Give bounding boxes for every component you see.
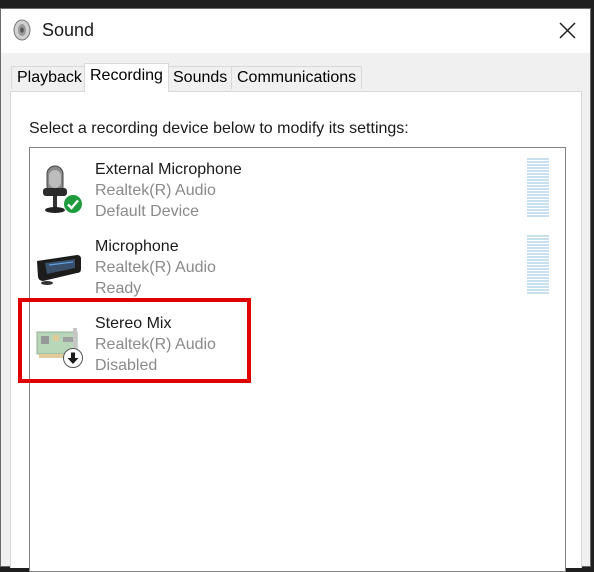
tab-recording[interactable]: Recording <box>84 63 169 92</box>
device-name: Microphone <box>95 238 179 255</box>
window-title: Sound <box>42 20 95 40</box>
microphone-icon <box>33 239 85 297</box>
default-check-icon <box>63 194 83 214</box>
close-icon <box>559 22 576 39</box>
instruction-text: Select a recording device below to modif… <box>29 120 409 137</box>
title-bar: Sound <box>1 9 590 53</box>
tab-playback[interactable]: Playback <box>11 66 88 89</box>
level-meter <box>527 158 549 218</box>
device-status: Default Device <box>95 203 200 220</box>
sound-dialog: Sound Playback Recording Sounds Communic… <box>0 8 591 572</box>
device-driver: Realtek(R) Audio <box>95 182 216 199</box>
list-item-external-microphone[interactable]: External Microphone Realtek(R) Audio Def… <box>30 158 565 233</box>
level-meter <box>527 235 549 295</box>
speaker-icon <box>12 19 32 41</box>
device-driver: Realtek(R) Audio <box>95 259 216 276</box>
device-status: Ready <box>95 280 142 297</box>
tab-sounds[interactable]: Sounds <box>167 66 234 89</box>
tab-communications[interactable]: Communications <box>231 66 363 89</box>
highlight-box <box>18 298 251 383</box>
close-button[interactable] <box>544 9 590 53</box>
device-name: External Microphone <box>95 161 242 178</box>
